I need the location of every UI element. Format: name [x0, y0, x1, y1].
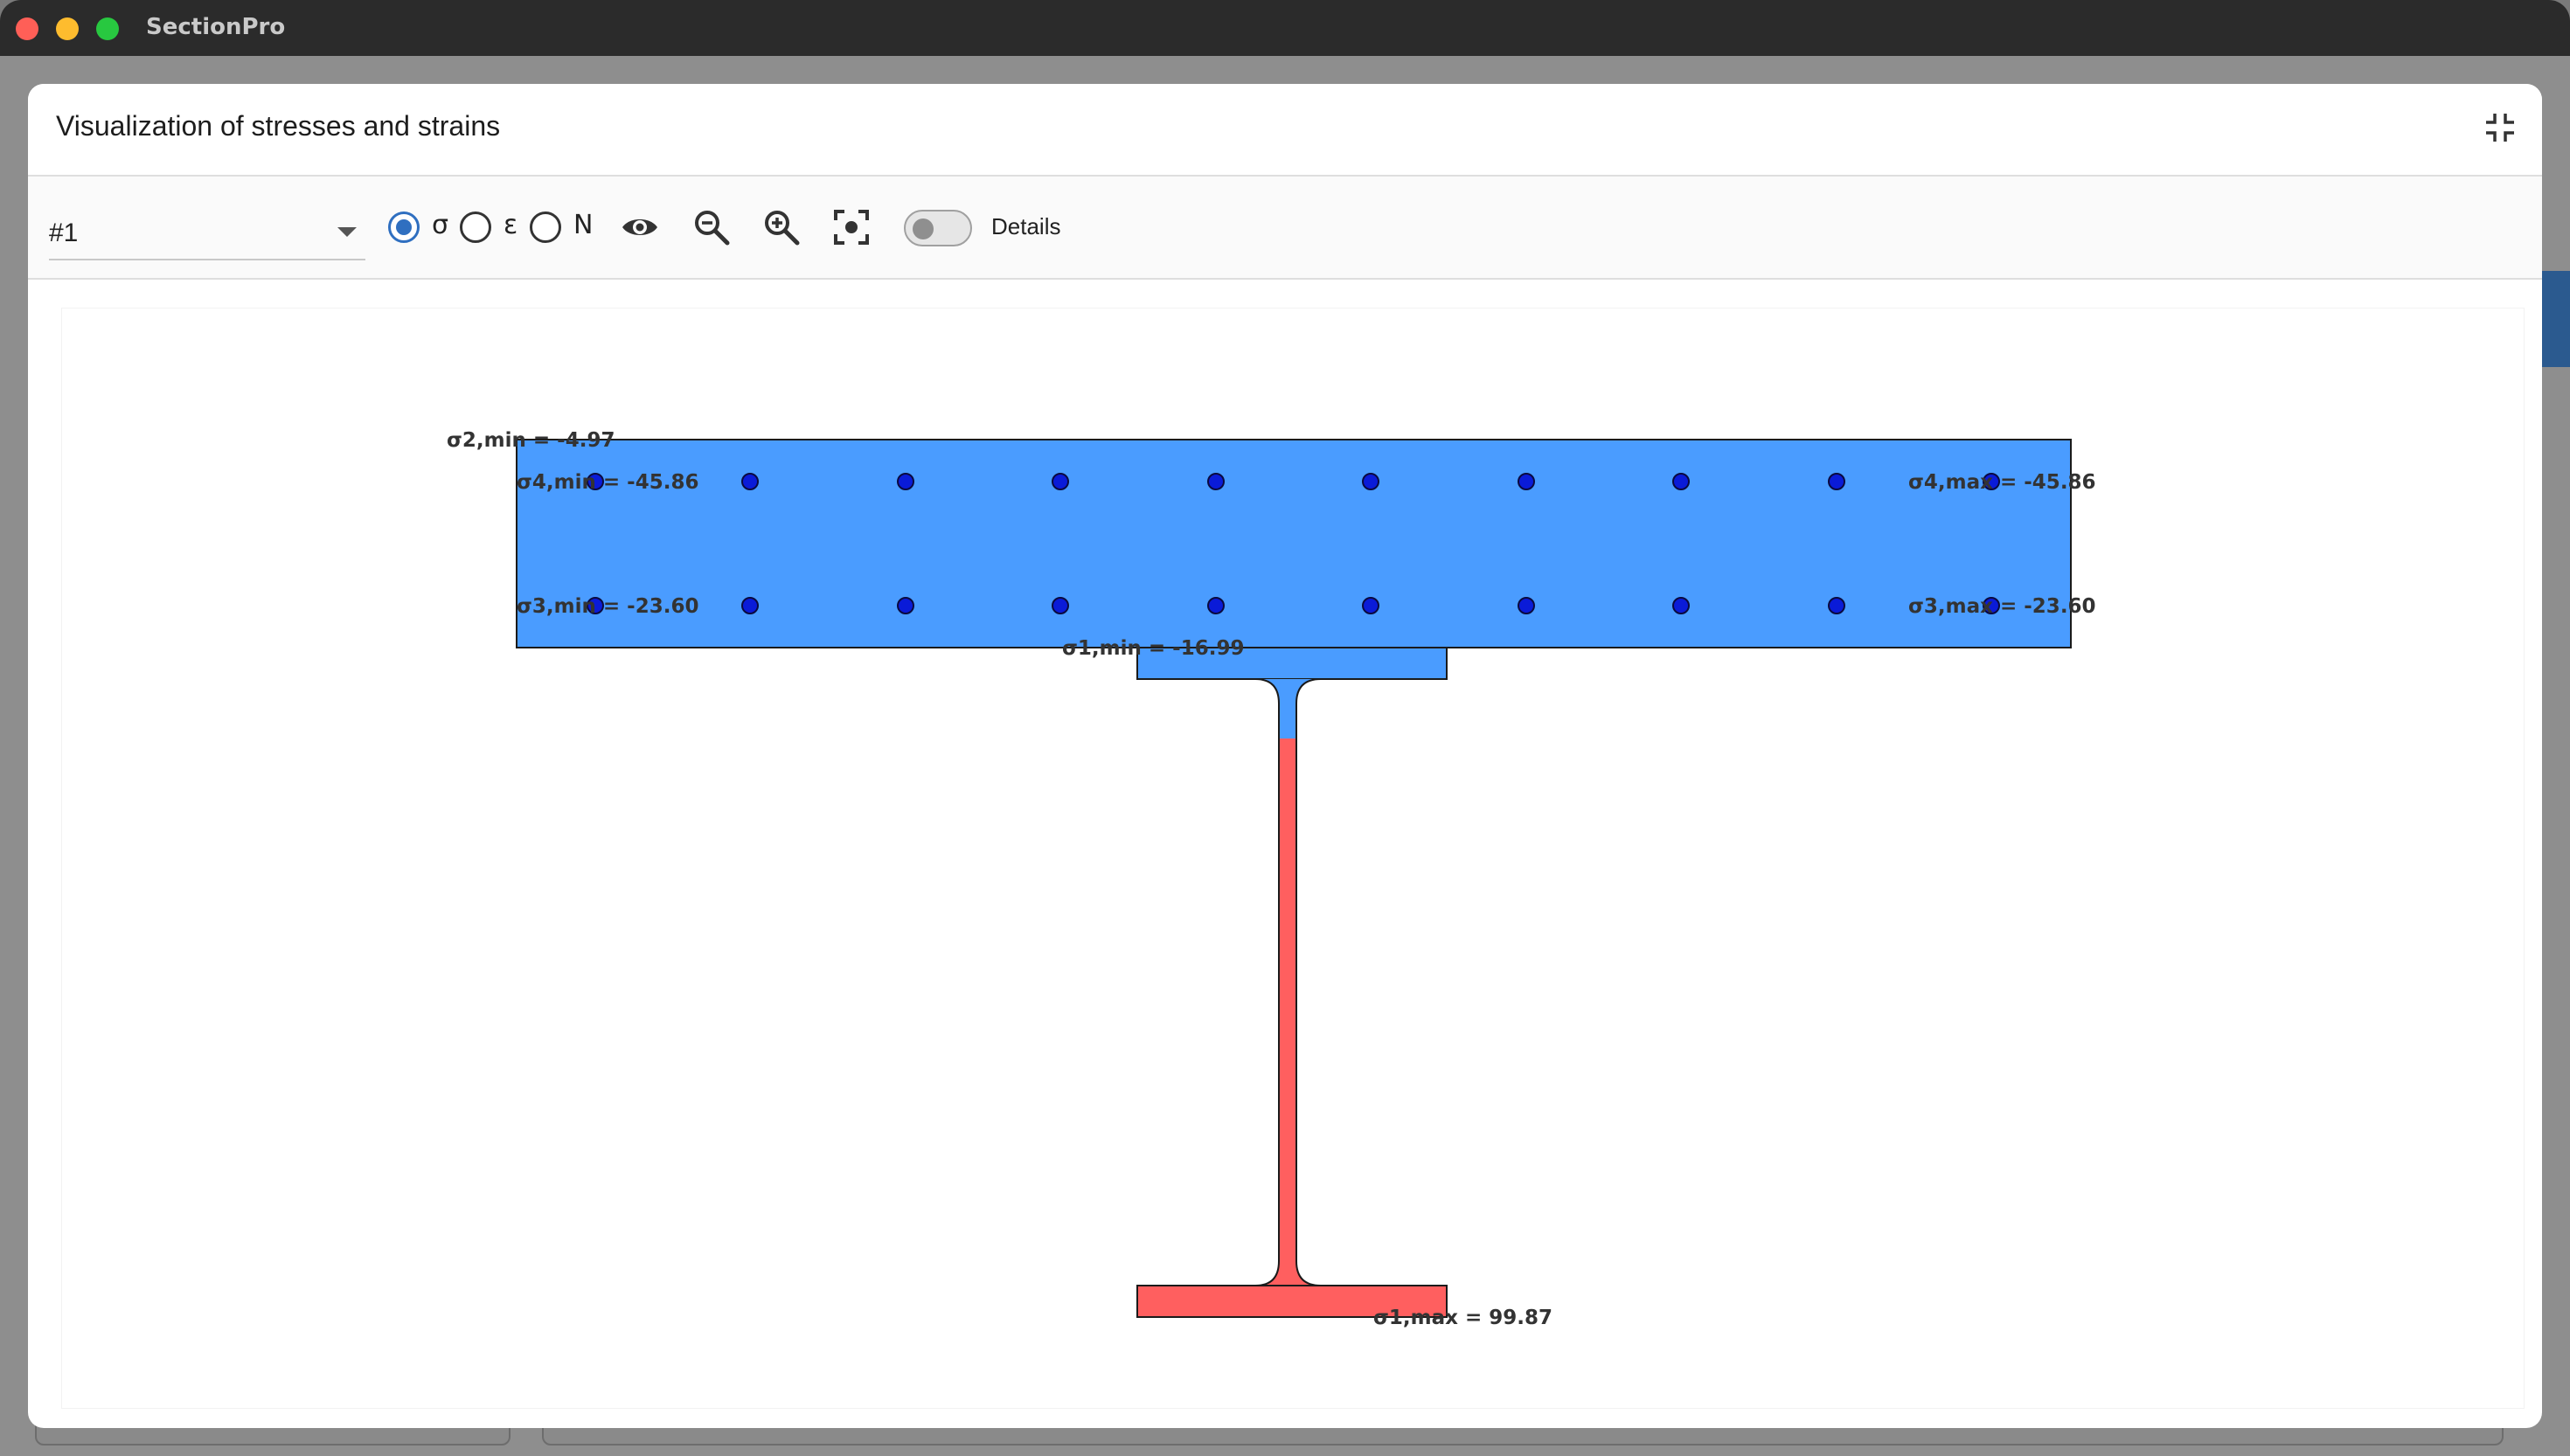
sigma2-min-label: σ2,min = -4.97 — [447, 429, 615, 452]
section-drawing: σ2,min = -4.97 σ4,min = -45.86 σ4,max = … — [447, 429, 2096, 1329]
details-toggle[interactable] — [904, 210, 972, 246]
radio-stress-label: σ — [432, 210, 449, 240]
eye-icon[interactable] — [621, 208, 659, 246]
rebar — [1828, 597, 1845, 614]
rebar — [1828, 473, 1845, 490]
sigma1-max-label: σ1,max = 99.87 — [1373, 1307, 1552, 1329]
rebar — [1672, 597, 1690, 614]
fit-view-icon[interactable] — [832, 208, 871, 246]
rebar — [1518, 473, 1535, 490]
steel-web-compression — [1255, 679, 1321, 738]
rebar — [741, 473, 759, 490]
rebar — [1207, 473, 1225, 490]
stress-visualization-dialog: Visualization of stresses and strains #1… — [28, 84, 2542, 1428]
rebar — [1052, 597, 1069, 614]
rebar — [1672, 473, 1690, 490]
concrete-slab — [516, 439, 2072, 648]
sigma4-max-label: σ4,max = -45.86 — [1908, 471, 2096, 494]
section-select-value: #1 — [49, 218, 79, 247]
toolbar: #1 σ ε N Details — [28, 177, 2542, 280]
toggle-knob — [913, 218, 934, 239]
app-title: SectionPro — [146, 14, 286, 40]
sigma1-min-label: σ1,min = -16.99 — [1062, 637, 1244, 660]
rebar — [1362, 597, 1379, 614]
section-canvas[interactable]: σ2,min = -4.97 σ4,min = -45.86 σ4,max = … — [61, 308, 2525, 1409]
radio-force[interactable] — [530, 211, 561, 243]
minimize-window-button[interactable] — [56, 17, 79, 40]
rebar — [897, 473, 914, 490]
steel-web-tension — [1255, 738, 1321, 1286]
rebar — [1207, 597, 1225, 614]
rebar — [1362, 473, 1379, 490]
details-label: Details — [991, 213, 1061, 239]
radio-stress[interactable] — [388, 211, 420, 243]
zoom-out-icon[interactable] — [692, 208, 731, 246]
rebar — [1052, 473, 1069, 490]
chevron-down-icon — [337, 227, 357, 237]
sigma4-min-label: σ4,min = -45.86 — [517, 471, 698, 494]
dialog-title: Visualization of stresses and strains — [56, 110, 501, 142]
rebar — [1518, 597, 1535, 614]
zoom-in-icon[interactable] — [762, 208, 801, 246]
rebar — [741, 597, 759, 614]
sigma3-max-label: σ3,max = -23.60 — [1908, 595, 2096, 618]
radio-strain[interactable] — [460, 211, 491, 243]
window-titlebar: SectionPro — [0, 0, 2570, 56]
radio-strain-label: ε — [504, 210, 518, 240]
radio-force-label: N — [573, 210, 594, 240]
rebar — [897, 597, 914, 614]
maximize-window-button[interactable] — [96, 17, 119, 40]
dialog-header: Visualization of stresses and strains — [28, 84, 2542, 177]
close-window-button[interactable] — [16, 17, 38, 40]
sigma3-min-label: σ3,min = -23.60 — [517, 595, 698, 618]
collapse-icon[interactable] — [2483, 110, 2518, 145]
section-select[interactable]: #1 — [49, 199, 365, 260]
